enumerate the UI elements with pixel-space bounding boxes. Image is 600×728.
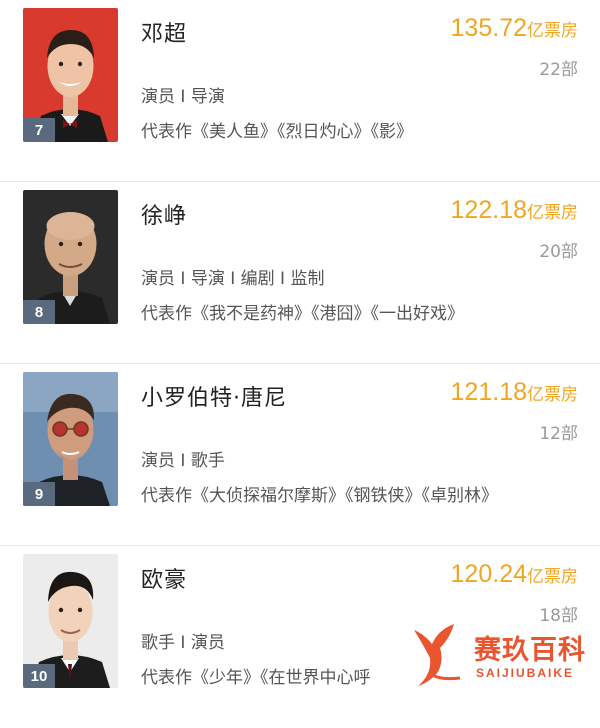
avatar[interactable]: 10: [23, 554, 118, 688]
box-office: 135.72亿票房: [451, 14, 578, 43]
rank-badge: 8: [23, 300, 55, 324]
box-office: 122.18亿票房: [451, 196, 578, 225]
box-office: 121.18亿票房: [451, 378, 578, 407]
person-name[interactable]: 欧豪: [141, 562, 187, 594]
box-office-value: 135.72: [450, 14, 527, 42]
box-office-unit: 亿票房: [527, 385, 578, 405]
film-count: 20部: [539, 242, 578, 262]
box-office-value: 121.18: [450, 378, 527, 406]
person-name[interactable]: 徐峥: [141, 198, 187, 230]
list-item[interactable]: 8 徐峥 122.18亿票房 20部 演员 I 导演 I 编剧 I 监制 代表作…: [0, 182, 600, 364]
box-office: 120.24亿票房: [451, 560, 578, 589]
representative-works: 代表作《少年》《在世界中心呼: [141, 668, 371, 688]
box-office-unit: 亿票房: [527, 567, 578, 587]
box-office-value: 122.18: [450, 196, 527, 224]
box-office-value: 120.24: [450, 560, 527, 588]
box-office-unit: 亿票房: [527, 21, 578, 41]
person-name[interactable]: 小罗伯特·唐尼: [141, 380, 287, 412]
avatar[interactable]: 8: [23, 190, 118, 324]
roles: 歌手 I 演员: [141, 633, 225, 653]
roles: 演员 I 歌手: [141, 451, 225, 471]
list-item[interactable]: 9 小罗伯特·唐尼 121.18亿票房 12部 演员 I 歌手 代表作《大侦探福…: [0, 364, 600, 546]
rank-badge: 9: [23, 482, 55, 506]
roles: 演员 I 导演: [141, 87, 225, 107]
roles: 演员 I 导演 I 编剧 I 监制: [141, 269, 325, 289]
watermark-title: 赛玖百科: [474, 635, 586, 666]
watermark-subtitle: SAIJIUBAIKE: [476, 666, 575, 680]
avatar[interactable]: 7: [23, 8, 118, 142]
representative-works: 代表作《大侦探福尔摩斯》《钢铁侠》《卓别林》: [141, 486, 498, 506]
representative-works: 代表作《我不是药神》《港囧》《一出好戏》: [141, 304, 464, 324]
watermark: 赛玖百科 SAIJIUBAIKE: [410, 618, 590, 696]
avatar[interactable]: 9: [23, 372, 118, 506]
rank-badge: 7: [23, 118, 55, 142]
person-name[interactable]: 邓超: [141, 16, 187, 48]
whale-tail-icon: [414, 624, 461, 686]
film-count: 12部: [539, 424, 578, 444]
rank-badge: 10: [23, 664, 55, 688]
film-count: 22部: [539, 60, 578, 80]
list-item[interactable]: 7 邓超 135.72亿票房 22部 演员 I 导演 代表作《美人鱼》《烈日灼心…: [0, 0, 600, 182]
representative-works: 代表作《美人鱼》《烈日灼心》《影》: [141, 122, 413, 142]
box-office-unit: 亿票房: [527, 203, 578, 223]
